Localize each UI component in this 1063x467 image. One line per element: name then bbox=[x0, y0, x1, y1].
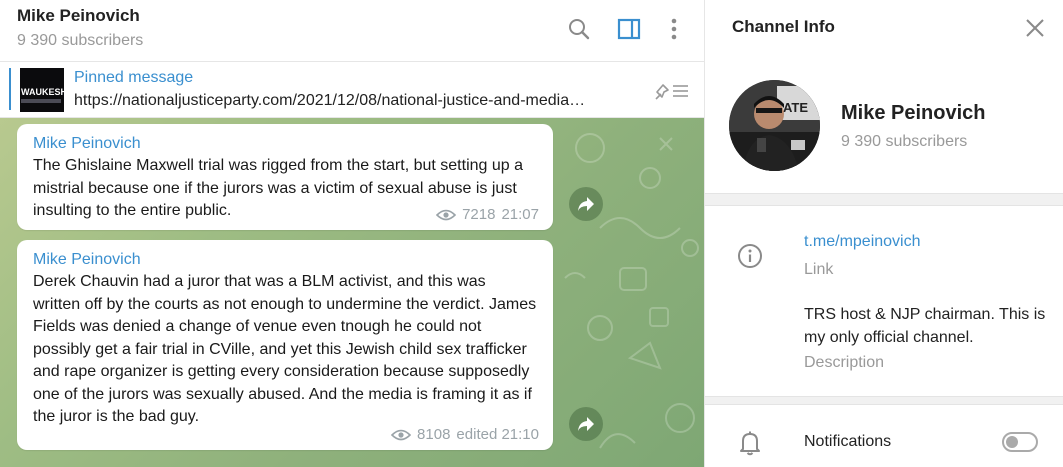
chat-title[interactable]: Mike Peinovich bbox=[17, 6, 140, 26]
forward-button[interactable] bbox=[569, 407, 603, 441]
close-icon[interactable] bbox=[1021, 14, 1049, 42]
info-icon bbox=[735, 241, 765, 271]
channel-description: TRS host & NJP chairman. This is my only… bbox=[804, 306, 1046, 346]
message-time: 21:07 bbox=[501, 206, 539, 223]
side-panel-icon[interactable] bbox=[614, 14, 644, 44]
message-bubble[interactable]: Mike Peinovich The Ghislaine Maxwell tri… bbox=[17, 124, 553, 230]
message-sender[interactable]: Mike Peinovich bbox=[33, 249, 537, 271]
avatar[interactable]: ATE bbox=[729, 80, 820, 171]
toggle-knob bbox=[1006, 436, 1018, 448]
message-bubble[interactable]: Mike Peinovich Derek Chauvin had a juror… bbox=[17, 240, 553, 450]
view-count: 8108 bbox=[417, 426, 451, 443]
forward-icon bbox=[578, 417, 594, 431]
forward-icon bbox=[578, 197, 594, 211]
message-sender[interactable]: Mike Peinovich bbox=[33, 133, 537, 155]
channel-link[interactable]: t.me/mpeinovich bbox=[804, 233, 921, 251]
views-icon bbox=[436, 209, 457, 220]
pinned-text: https://nationaljusticeparty.com/2021/12… bbox=[74, 92, 586, 109]
chat-background: Mike Peinovich The Ghislaine Maxwell tri… bbox=[0, 118, 704, 467]
message-meta: 7218 21:07 bbox=[436, 206, 539, 223]
views-icon bbox=[391, 429, 412, 440]
thumbnail-caption: WAUKESHA bbox=[21, 87, 64, 97]
pinned-message-bar[interactable]: WAUKESHA Pinned message https://national… bbox=[0, 62, 704, 118]
notifications-label: Notifications bbox=[804, 433, 892, 450]
search-icon[interactable] bbox=[564, 14, 594, 44]
thumbnail-stripe bbox=[21, 99, 61, 103]
chat-header: Mike Peinovich 9 390 subscribers bbox=[0, 0, 704, 62]
message-text: Derek Chauvin had a juror that was a BLM… bbox=[33, 273, 537, 425]
link-label: Link bbox=[804, 261, 834, 278]
pinned-label: Pinned message bbox=[74, 69, 194, 86]
pinned-thumbnail: WAUKESHA bbox=[20, 68, 64, 112]
svg-text:ATE: ATE bbox=[783, 100, 808, 115]
pinned-indicator bbox=[9, 68, 11, 110]
panel-title: Channel Info bbox=[732, 17, 835, 36]
view-count: 7218 bbox=[462, 206, 496, 223]
forward-button[interactable] bbox=[569, 187, 603, 221]
section-divider bbox=[705, 396, 1063, 405]
chat-pane: Mike Peinovich 9 390 subscribers WAUKESH… bbox=[0, 0, 704, 467]
description-label: Description bbox=[804, 354, 885, 371]
more-vertical-icon[interactable] bbox=[659, 14, 689, 44]
chat-subscriber-count: 9 390 subscribers bbox=[17, 32, 144, 49]
notifications-toggle[interactable] bbox=[1002, 432, 1038, 452]
pinned-list-icon[interactable] bbox=[654, 80, 690, 102]
section-divider bbox=[705, 193, 1063, 206]
channel-subscriber-count: 9 390 subscribers bbox=[841, 133, 968, 150]
channel-name: Mike Peinovich bbox=[841, 102, 986, 124]
bell-icon bbox=[735, 428, 765, 458]
message-time: edited 21:10 bbox=[456, 426, 539, 443]
channel-info-panel: Channel Info ATE Mike Peinovich 9 390 su… bbox=[704, 0, 1063, 467]
message-meta: 8108 edited 21:10 bbox=[391, 426, 539, 443]
